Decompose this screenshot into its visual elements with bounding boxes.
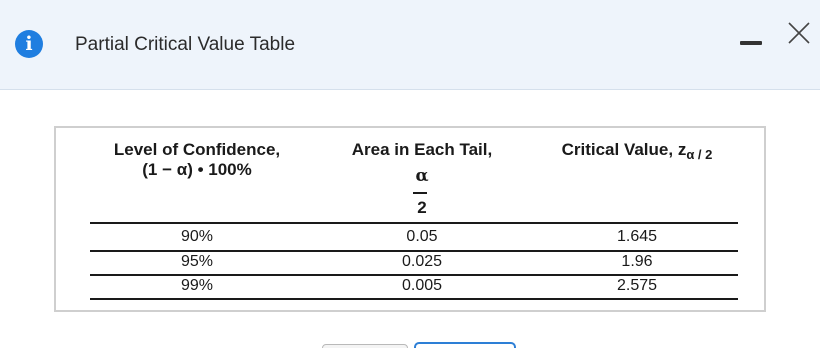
header-confidence-line2: (1 − α) • 100% bbox=[142, 160, 252, 179]
close-button[interactable] bbox=[786, 20, 812, 46]
cell-area: 0.025 bbox=[401, 253, 443, 270]
cell-area: 0.005 bbox=[401, 277, 443, 294]
header-area-line1: Area in Each Tail, bbox=[351, 140, 493, 159]
secondary-button[interactable] bbox=[322, 344, 408, 348]
header-critical-main: Critical Value, z bbox=[561, 140, 687, 159]
header-area-numerator: α bbox=[415, 166, 429, 186]
minimize-button[interactable] bbox=[736, 28, 768, 52]
header-confidence-line1: Level of Confidence, bbox=[113, 140, 281, 159]
cell-confidence: 90% bbox=[180, 228, 214, 245]
dialog-title: Partial Critical Value Table bbox=[75, 34, 296, 55]
header-area-denominator: 2 bbox=[417, 198, 427, 217]
cell-critical: 1.96 bbox=[621, 253, 653, 270]
fraction-bar bbox=[413, 192, 427, 194]
cell-confidence: 95% bbox=[180, 253, 214, 270]
header-critical: Critical Value, zα / 2 bbox=[534, 140, 740, 162]
cell-critical: 1.645 bbox=[616, 228, 658, 245]
header-critical-subscript: α / 2 bbox=[686, 147, 713, 162]
cell-area: 0.05 bbox=[406, 228, 438, 245]
info-icon: i bbox=[15, 30, 43, 58]
close-icon bbox=[788, 22, 810, 44]
header-area: Area in Each Tail, bbox=[326, 140, 518, 160]
table-rule bbox=[90, 222, 738, 224]
cell-critical: 2.575 bbox=[616, 277, 658, 294]
header-confidence: Level of Confidence, (1 − α) • 100% bbox=[86, 140, 308, 180]
dialog-titlebar: i Partial Critical Value Table bbox=[0, 0, 820, 90]
primary-button[interactable] bbox=[414, 342, 516, 348]
cell-confidence: 99% bbox=[180, 277, 214, 294]
table-rule bbox=[90, 298, 738, 300]
minimize-icon bbox=[740, 41, 762, 45]
critical-value-table: Level of Confidence, (1 − α) • 100% Area… bbox=[54, 126, 766, 312]
